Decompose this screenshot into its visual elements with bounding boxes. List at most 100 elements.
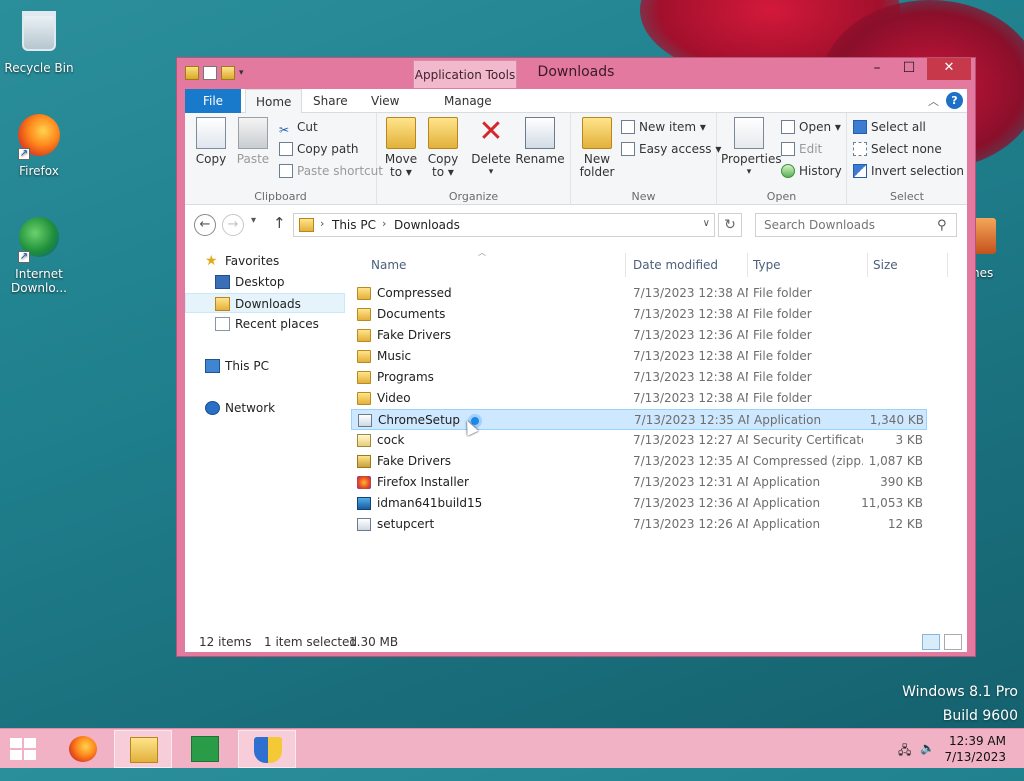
close-button[interactable]: ✕ [927,58,971,80]
start-button[interactable] [10,738,38,762]
rename-button[interactable]: Rename [515,117,565,166]
copy-button[interactable]: Copy [191,117,231,166]
breadcrumb-this-pc[interactable]: This PC [332,218,376,232]
paste-label: Paste [236,152,270,166]
easy-access-button[interactable]: Easy access ▾ [621,139,721,159]
file-row[interactable]: idman641build15 7/13/2023 12:36 AM Applica… [351,493,927,514]
desktop-icon-label: Firefox [19,164,59,178]
paste-shortcut-button[interactable]: Paste shortcut [279,161,383,181]
tab-file[interactable]: File [185,89,241,113]
clock-date: 7/13/2023 [944,750,1006,764]
taskbar-firefox[interactable] [54,730,112,768]
file-row[interactable]: setupcert 7/13/2023 12:26 AM Application 12… [351,514,927,535]
column-header-date[interactable]: Date modified [633,253,718,277]
file-name: cock [377,433,405,447]
nav-network[interactable]: Network [185,398,345,418]
tab-view[interactable]: View [361,89,409,113]
paste-button[interactable]: Paste [233,117,273,166]
file-row[interactable]: Compressed 7/13/2023 12:38 AM File folder [351,283,927,304]
forward-button[interactable]: → [222,214,244,236]
edit-button[interactable]: Edit [781,139,822,159]
column-divider[interactable] [947,253,948,277]
nav-recent-places[interactable]: Recent places [185,314,345,334]
tab-share[interactable]: Share [303,89,358,113]
file-row[interactable]: ChromeSetup 7/13/2023 12:35 AM Application… [351,409,927,436]
history-button[interactable]: History [781,161,842,181]
details-view-button[interactable] [922,634,940,650]
invert-selection-button[interactable]: Invert selection [853,161,964,181]
copy-to-button[interactable]: Copy to ▾ [423,117,463,179]
title-bar[interactable]: ▾ Application Tools Downloads – ☐ ✕ [177,58,975,88]
desktop-icon-firefox[interactable]: ↗ Firefox [4,112,74,178]
new-item-label: New item [639,120,697,134]
volume-icon[interactable]: 🔈 [920,741,935,781]
delete-button[interactable]: ✕ Delete ▾ [469,117,513,179]
file-date: 7/13/2023 12:38 AM [633,370,748,384]
select-group-label: Select [890,190,924,203]
select-all-button[interactable]: Select all [853,117,926,137]
file-date: 7/13/2023 12:36 AM [633,328,748,342]
nav-downloads[interactable]: Downloads [185,293,345,313]
file-row[interactable]: cock 7/13/2023 12:27 AM Security Certifica… [351,430,927,451]
chevron-right-icon[interactable]: › [382,217,386,230]
refresh-button[interactable]: ↻ [718,213,742,237]
folder-icon [357,392,371,405]
file-name: Music [377,349,412,363]
select-none-button[interactable]: Select none [853,139,942,159]
search-input[interactable] [755,213,957,237]
desktop-icon-recycle-bin[interactable]: Recycle Bin [4,8,74,75]
column-header-type[interactable]: Type [753,253,781,277]
folder-icon [357,371,371,384]
move-to-button[interactable]: Move to ▾ [381,117,421,179]
large-icons-view-button[interactable] [944,634,962,650]
breadcrumb-downloads[interactable]: Downloads [394,218,460,232]
column-divider[interactable] [867,253,868,277]
new-folder-button[interactable]: New folder [575,117,619,179]
chevron-right-icon[interactable]: › [320,217,324,230]
nav-favorites[interactable]: ★ Favorites [185,251,345,271]
nav-desktop[interactable]: Desktop [185,272,345,292]
minimize-ribbon-icon[interactable]: ︿ [928,93,939,109]
properties-button[interactable]: Properties ▾ [721,117,782,179]
nav-this-pc[interactable]: This PC [185,356,345,376]
file-row[interactable]: Fake Drivers 7/13/2023 12:36 AM File folde… [351,325,927,346]
copy-path-button[interactable]: Copy path [279,139,359,159]
file-row[interactable]: Fake Drivers 7/13/2023 12:35 AM Compressed… [351,451,927,472]
up-arrow-icon[interactable]: ↑ [273,214,286,232]
select-all-icon [853,120,867,134]
paste-icon [238,117,268,149]
recent-locations-chevron-icon[interactable]: ▾ [251,215,256,226]
tab-home[interactable]: Home [245,89,303,114]
tab-manage[interactable]: Manage [434,89,502,113]
minimize-button[interactable]: – [861,58,893,80]
column-header-size[interactable]: Size [873,253,898,277]
chevron-down-icon[interactable]: ∨ [703,218,710,229]
clock[interactable]: 12:39 AM 7/13/2023 [944,733,1006,765]
desktop-icon-internet-download-manager[interactable]: ↗ Internet Downlo... [4,214,74,295]
network-tray-icon[interactable]: 🖧 [898,741,911,781]
file-size: 1,087 KB [868,454,923,468]
help-icon[interactable]: ? [946,92,963,109]
open-button[interactable]: Open ▾ [781,117,841,137]
address-bar[interactable]: › This PC › Downloads ∨ [293,213,715,237]
file-row[interactable]: Video 7/13/2023 12:38 AM File folder [351,388,927,409]
maximize-button[interactable]: ☐ [893,58,925,80]
taskbar-file-explorer[interactable] [114,730,172,768]
taskbar-uac[interactable] [238,730,296,768]
taskbar-store[interactable] [176,730,234,768]
file-name: Firefox Installer [377,475,469,489]
copy-label: Copy [195,152,227,166]
file-row[interactable]: Firefox Installer 7/13/2023 12:31 AM Appli… [351,472,927,493]
navigation-pane: ★ Favorites Desktop Downloads Recent pla… [185,245,345,632]
column-header-name[interactable]: Name [371,253,406,277]
file-row[interactable]: Programs 7/13/2023 12:38 AM File folder [351,367,927,388]
file-type: File folder [753,391,812,405]
column-divider[interactable] [747,253,748,277]
cut-button[interactable]: ✂ Cut [279,117,318,137]
os-edition-text: Windows 8.1 Pro [902,684,1018,700]
column-divider[interactable] [625,253,626,277]
file-row[interactable]: Music 7/13/2023 12:38 AM File folder [351,346,927,367]
new-item-button[interactable]: New item ▾ [621,117,706,137]
back-button[interactable]: ← [194,214,216,236]
file-row[interactable]: Documents 7/13/2023 12:38 AM File folder [351,304,927,325]
